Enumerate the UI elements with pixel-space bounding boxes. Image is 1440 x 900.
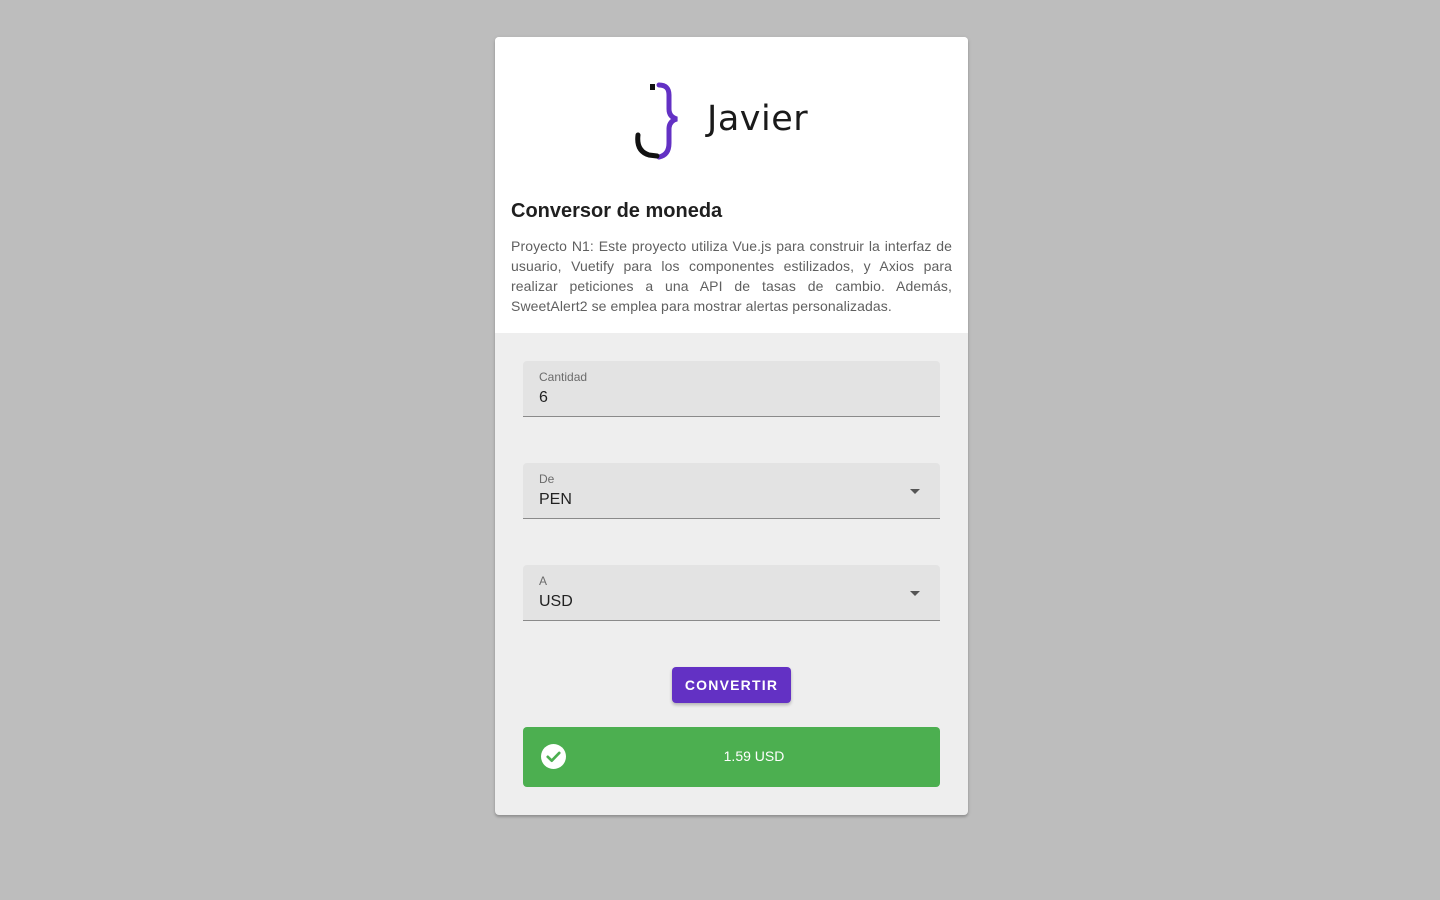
project-description: Proyecto N1: Este proyecto utiliza Vue.j… [511, 238, 952, 314]
page-title: Conversor de moneda [511, 200, 723, 222]
to-currency-select[interactable]: A USD [523, 565, 940, 621]
chevron-down-icon[interactable] [910, 489, 920, 494]
result-text: 1.59 USD [723, 748, 785, 764]
to-currency-value[interactable]: USD [539, 593, 573, 611]
result-alert: 1.59 USD [523, 727, 940, 787]
logo-text: Javier [707, 99, 809, 139]
from-currency-select[interactable]: De PEN [523, 463, 940, 519]
to-currency-label: A [539, 574, 548, 588]
brand-logo: Javier [635, 81, 825, 161]
converter-card: Javier Conversor de moneda Proyecto N1: … [495, 37, 968, 815]
brace-logo-icon [635, 82, 678, 160]
amount-label: Cantidad [539, 370, 588, 384]
convert-button[interactable]: CONVERTIR [672, 667, 791, 703]
amount-field[interactable]: Cantidad 6 [523, 361, 940, 417]
from-currency-label: De [539, 472, 555, 486]
chevron-down-icon[interactable] [910, 591, 920, 596]
amount-value[interactable]: 6 [539, 389, 548, 407]
from-currency-value[interactable]: PEN [539, 491, 572, 509]
card-header: Javier Conversor de moneda Proyecto N1: … [495, 37, 968, 333]
